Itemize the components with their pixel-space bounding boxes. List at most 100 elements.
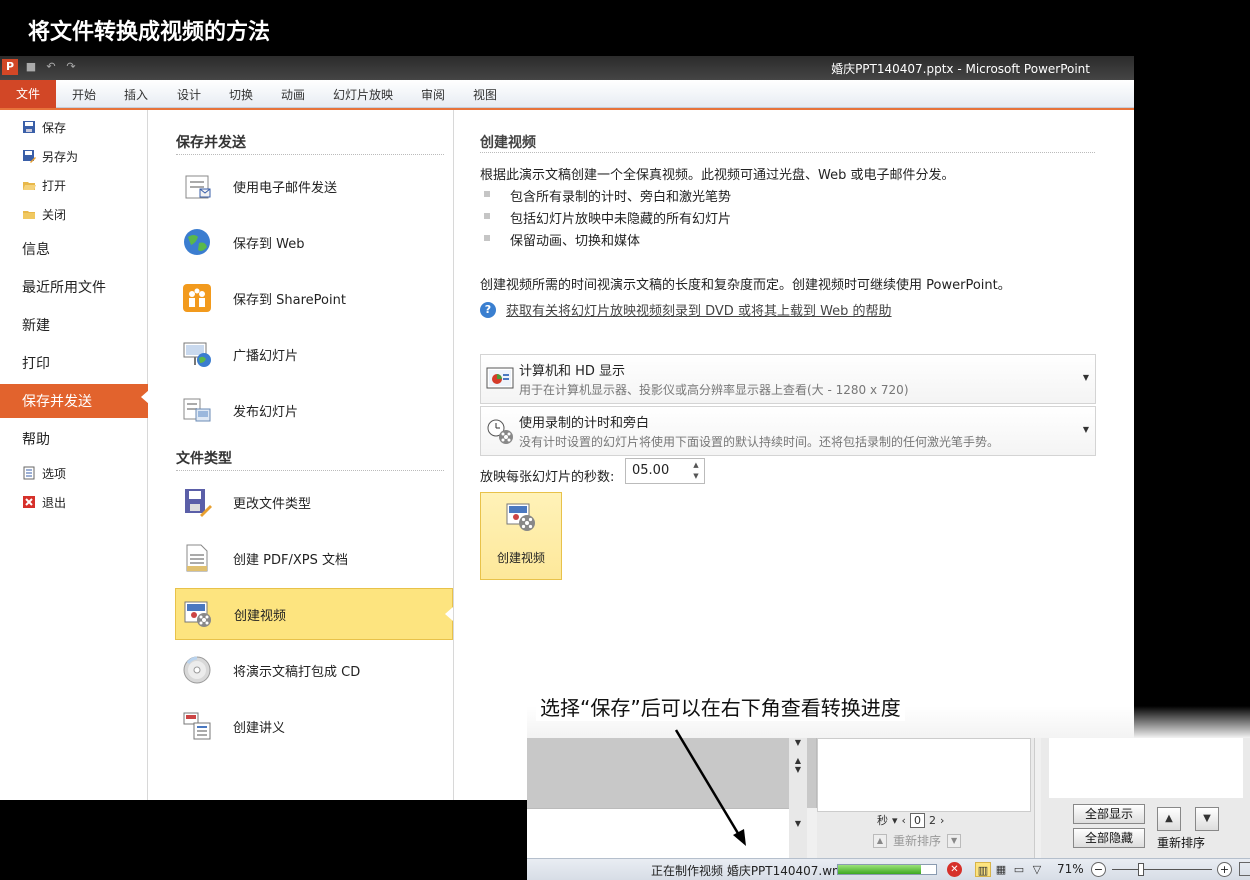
create-video-button-label: 创建视频: [496, 551, 545, 565]
nav-help[interactable]: 帮助: [0, 426, 148, 452]
nav-close-label: 关闭: [42, 207, 67, 222]
quality-dropdown[interactable]: 计算机和 HD 显示 用于在计算机显示器、投影仪或高分辨率显示器上查看(大 - …: [480, 354, 1096, 404]
zoom-level[interactable]: 71%: [1057, 862, 1084, 876]
publish-icon: [181, 394, 213, 426]
reorder-row: ▲ 重新排序 ▼: [873, 832, 962, 849]
normal-view-icon[interactable]: ▥: [975, 862, 991, 877]
item-create-handouts-label: 创建讲义: [233, 720, 286, 736]
tab-file[interactable]: 文件: [0, 80, 56, 108]
move-down-button[interactable]: ▼: [1195, 807, 1219, 831]
item-create-handouts[interactable]: 创建讲义: [175, 700, 453, 752]
content-divider: [480, 152, 1095, 153]
item-save-to-web[interactable]: 保存到 Web: [175, 216, 453, 268]
chevron-left-icon[interactable]: ‹: [902, 814, 906, 827]
ribbon-tabs: 文件 开始 插入 设计 切换 动画 幻灯片放映 审阅 视图: [0, 80, 1134, 108]
chevron-right-icon[interactable]: ›: [940, 814, 944, 827]
tab-home[interactable]: 开始: [72, 86, 96, 103]
move-up-icon[interactable]: ▲: [873, 833, 887, 848]
tab-insert[interactable]: 插入: [124, 86, 148, 103]
tab-design[interactable]: 设计: [177, 86, 201, 103]
move-up-button[interactable]: ▲: [1157, 807, 1181, 831]
timing-dropdown[interactable]: 使用录制的计时和旁白 没有计时设置的幻灯片将使用下面设置的默认持续时间。还将包括…: [480, 406, 1096, 456]
nav-exit[interactable]: 退出: [0, 489, 148, 515]
zoom-out-icon[interactable]: −: [1091, 862, 1106, 877]
item-publish[interactable]: 发布幻灯片: [175, 384, 453, 436]
quality-title: 计算机和 HD 显示: [519, 364, 626, 379]
seconds-value[interactable]: 05.00: [632, 463, 669, 478]
move-down-icon[interactable]: ▼: [947, 833, 962, 848]
item-save-to-web-label: 保存到 Web: [233, 236, 305, 252]
seconds-unit-select[interactable]: 秒: [877, 812, 888, 828]
monitor-icon: [486, 365, 514, 393]
nav-close[interactable]: 关闭: [0, 201, 148, 227]
zoom-slider-track[interactable]: [1112, 869, 1212, 870]
duration-note: 创建视频所需的时间视演示文稿的长度和复杂度而定。创建视频时可继续使用 Power…: [480, 278, 1011, 293]
item-send-email[interactable]: 使用电子邮件发送: [175, 160, 453, 212]
create-video-title: 创建视频: [480, 135, 536, 151]
item-change-file-type[interactable]: 更改文件类型: [175, 476, 453, 528]
nav-new[interactable]: 新建: [0, 312, 148, 338]
broadcast-icon: [181, 338, 213, 370]
timing-pane: 秒 ▾ ‹ 0 2 › ▲ 重新排序 ▼: [817, 738, 1035, 858]
zoomed-status-inset: ▼ ▲ ▼ ▼ 秒 ▾ ‹ 0 2 › ▲ 重新排序 ▼ 全部显示 全部隐藏 ▲ ▼ …: [527, 738, 1250, 880]
tab-review[interactable]: 审阅: [421, 86, 445, 103]
bullet-item: 包括幻灯片放映中未隐藏的所有幻灯片: [484, 208, 731, 227]
nav-save-and-send[interactable]: 保存并发送: [0, 384, 149, 418]
tab-slideshow[interactable]: 幻灯片放映: [333, 86, 393, 103]
tab-transitions[interactable]: 切换: [229, 86, 253, 103]
timing-start-value[interactable]: 0: [909, 812, 925, 828]
quality-description: 用于在计算机显示器、投影仪或高分辨率显示器上查看(大 - 1280 x 720): [519, 383, 909, 397]
item-broadcast[interactable]: 广播幻灯片: [175, 328, 453, 380]
slide-sorter-icon[interactable]: ▦: [993, 862, 1009, 877]
bullet-text: 包含所有录制的计时、旁白和激光笔势: [510, 190, 732, 205]
cancel-export-icon[interactable]: ✕: [947, 862, 962, 877]
tab-view[interactable]: 视图: [473, 86, 497, 103]
reading-view-icon[interactable]: ▭: [1011, 862, 1027, 877]
item-create-video-label: 创建视频: [234, 608, 287, 624]
slideshow-view-icon[interactable]: ▽: [1029, 862, 1045, 877]
item-change-file-type-label: 更改文件类型: [233, 496, 312, 512]
help-link-row: ? 获取有关将幻灯片放映视频刻录到 DVD 或将其上载到 Web 的帮助: [480, 300, 892, 319]
nav-save-as[interactable]: 另存为: [0, 143, 148, 169]
hide-all-button[interactable]: 全部隐藏: [1073, 828, 1145, 848]
item-package-cd[interactable]: 将演示文稿打包成 CD: [175, 644, 453, 696]
timeline-area: [817, 738, 1031, 812]
status-bar: 正在制作视频 婚庆PPT140407.wmv ✕ ▥ ▦ ▭ ▽ 71% − +: [527, 858, 1250, 880]
create-video-button[interactable]: 创建视频: [480, 492, 562, 580]
vertical-scrollbar[interactable]: ▼ ▲ ▼ ▼: [789, 738, 807, 858]
nav-open[interactable]: 打开: [0, 172, 148, 198]
item-create-pdf[interactable]: 创建 PDF/XPS 文档: [175, 532, 453, 584]
item-create-video[interactable]: 创建视频: [175, 588, 453, 640]
chevron-down-icon: ▾: [892, 813, 898, 827]
spinner-arrows-icon[interactable]: ▲ ▼: [690, 460, 702, 482]
help-link[interactable]: 获取有关将幻灯片放映视频刻录到 DVD 或将其上载到 Web 的帮助: [506, 300, 892, 319]
nav-options[interactable]: 选项: [0, 460, 148, 486]
timings-narration-icon: [486, 417, 514, 445]
fit-to-window-icon[interactable]: [1239, 862, 1250, 876]
zoom-slider-thumb[interactable]: [1138, 863, 1144, 876]
seconds-per-slide-spinner[interactable]: 05.00 ▲ ▼: [625, 458, 705, 484]
zoom-in-icon[interactable]: +: [1217, 862, 1232, 877]
save-and-send-panel: 保存并发送 使用电子邮件发送 保存到 Web 保存到 SharePoint 广播…: [148, 110, 454, 800]
globe-icon: [181, 226, 213, 258]
powerpoint-app-icon[interactable]: P: [2, 59, 18, 75]
item-save-to-sharepoint[interactable]: 保存到 SharePoint: [175, 272, 453, 324]
email-icon: [181, 170, 213, 202]
quick-access-toolbar: P ■ ↶ ↷: [2, 59, 78, 75]
chevron-down-icon: ▼: [1082, 425, 1089, 434]
change-file-type-icon: [181, 486, 213, 518]
save-icon[interactable]: ■: [24, 60, 38, 74]
selection-pane: 全部显示 全部隐藏 ▲ ▼ 重新排序: [1041, 738, 1250, 858]
redo-icon[interactable]: ↷: [64, 60, 78, 74]
exit-icon: [22, 495, 36, 509]
nav-save[interactable]: 保存: [0, 114, 148, 140]
tab-animations[interactable]: 动画: [281, 86, 305, 103]
nav-print[interactable]: 打印: [0, 350, 148, 376]
undo-icon[interactable]: ↶: [44, 60, 58, 74]
show-all-button[interactable]: 全部显示: [1073, 804, 1145, 824]
section-divider: [176, 470, 444, 471]
nav-info[interactable]: 信息: [0, 236, 148, 262]
nav-recent[interactable]: 最近所用文件: [0, 274, 148, 300]
nav-save-label: 保存: [42, 120, 67, 135]
section-title-file-types: 文件类型: [176, 451, 232, 467]
